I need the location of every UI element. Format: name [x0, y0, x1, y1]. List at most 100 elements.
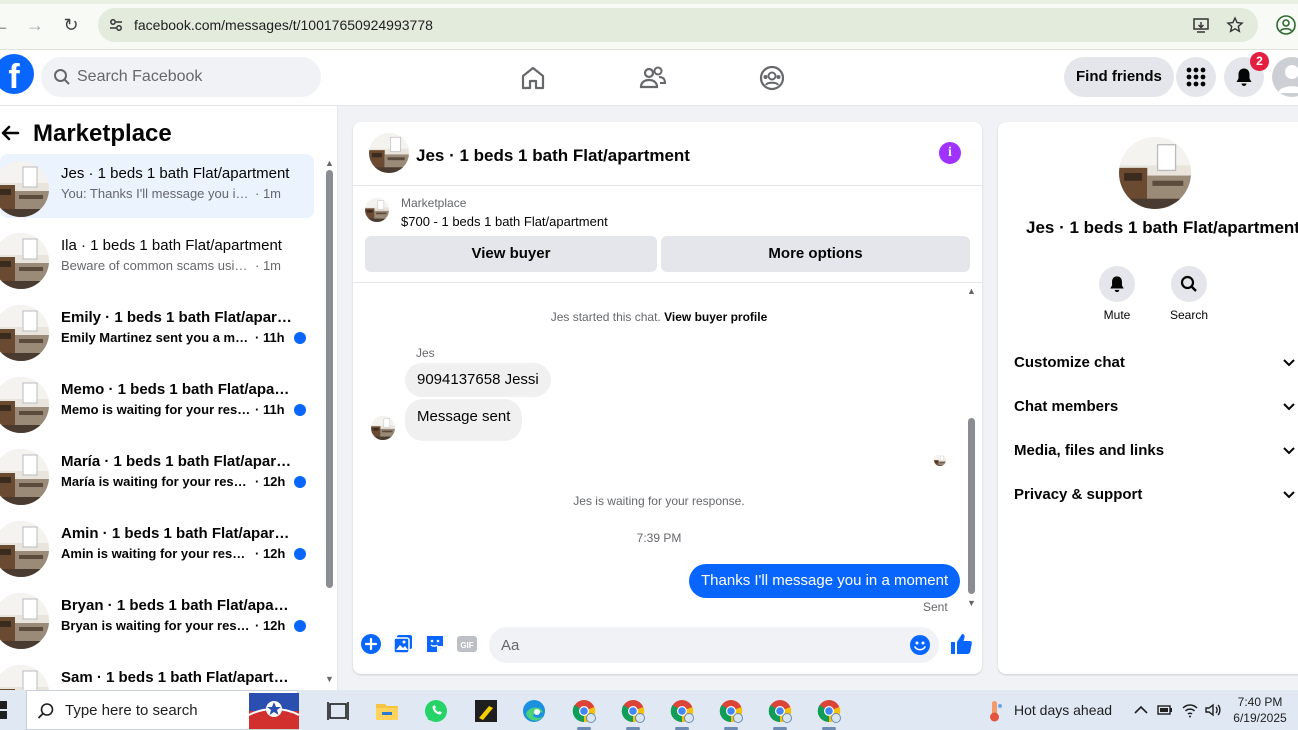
- scroll-up-arrow-icon[interactable]: ▲: [325, 158, 334, 168]
- sender-name: Jes: [416, 346, 435, 360]
- back-arrow-icon[interactable]: [0, 122, 22, 144]
- chrome-icon[interactable]: [718, 698, 744, 724]
- mute-button[interactable]: Mute: [1087, 266, 1147, 326]
- find-friends-button[interactable]: Find friends: [1064, 57, 1174, 97]
- conversation-item[interactable]: Emily · 1 beds 1 bath Flat/apartment Emil…: [0, 298, 314, 362]
- chat-started-text: Jes started this chat.: [550, 310, 661, 324]
- sidebar-scrollbar[interactable]: ▲ ▼: [325, 158, 334, 688]
- view-buyer-profile-link[interactable]: View buyer profile: [664, 310, 767, 324]
- conversation-preview: Amin is waiting for your response: [61, 546, 251, 561]
- windows-start-icon[interactable]: [0, 700, 8, 720]
- reload-icon[interactable]: ↻: [60, 14, 82, 36]
- emoji-icon[interactable]: [909, 634, 931, 656]
- conversation-name: Emily · 1 beds 1 bath Flat/apartment: [61, 309, 293, 326]
- weather-text[interactable]: Hot days ahead: [1014, 702, 1112, 718]
- site-settings-icon[interactable]: [108, 17, 124, 33]
- conversation-item[interactable]: Memo · 1 beds 1 bath Flat/apartment Memo …: [0, 370, 314, 434]
- photo-icon[interactable]: [392, 633, 414, 655]
- bell-icon: [1236, 68, 1252, 86]
- address-bar[interactable]: facebook.com/messages/t/1001765092499377…: [98, 8, 1258, 42]
- scrollbar-thumb[interactable]: [968, 418, 975, 594]
- outgoing-message[interactable]: Thanks I'll message you in a moment: [689, 564, 961, 598]
- message-input-wrapper[interactable]: [489, 627, 939, 663]
- conversation-item[interactable]: Jes · 1 beds 1 bath Flat/apartment You: T…: [0, 154, 314, 218]
- conversation-item[interactable]: Bryan · 1 beds 1 bath Flat/apartment Brya…: [0, 586, 314, 650]
- task-view-icon[interactable]: [325, 698, 351, 724]
- facebook-search[interactable]: [41, 57, 321, 97]
- scrollbar-thumb[interactable]: [326, 170, 333, 588]
- taskbar-search[interactable]: Type here to search: [26, 690, 299, 730]
- chrome-icon[interactable]: [669, 698, 695, 724]
- juneteenth-flag-icon: [249, 693, 299, 729]
- section-label: Chat members: [1014, 398, 1119, 415]
- privacy-support-row[interactable]: Privacy & support: [1014, 480, 1298, 510]
- listing-title[interactable]: $700 - 1 beds 1 bath Flat/apartment: [401, 214, 608, 229]
- sender-avatar[interactable]: [371, 416, 395, 440]
- conversation-item[interactable]: Ila · 1 beds 1 bath Flat/apartment Beware…: [0, 226, 314, 290]
- conversation-item[interactable]: Sam · 1 beds 1 bath Flat/apartmentSam is…: [0, 658, 314, 690]
- conversation-item[interactable]: María · 1 beds 1 bath Flat/apartment Marí…: [0, 442, 314, 506]
- info-icon[interactable]: i: [939, 142, 961, 164]
- weather-thermometer-icon[interactable]: [982, 698, 1008, 724]
- mute-circle[interactable]: [1099, 266, 1135, 302]
- section-label: Privacy & support: [1014, 486, 1143, 503]
- chat-scrollbar[interactable]: ▲ ▼: [967, 286, 977, 612]
- back-arrow-icon[interactable]: ←: [0, 14, 12, 36]
- sticker-icon[interactable]: [424, 633, 446, 655]
- chrome-icon[interactable]: [620, 698, 646, 724]
- groups-icon[interactable]: [758, 64, 786, 92]
- incoming-message[interactable]: Message sent: [405, 399, 523, 441]
- search-circle[interactable]: [1171, 266, 1207, 302]
- url-text[interactable]: facebook.com/messages/t/1001765092499377…: [134, 17, 433, 33]
- wifi-icon[interactable]: [1181, 701, 1199, 719]
- message-input[interactable]: [501, 627, 901, 663]
- scroll-down-arrow-icon[interactable]: ▼: [967, 598, 976, 608]
- conversation-time: · 12h: [255, 546, 286, 561]
- facebook-logo[interactable]: f: [0, 54, 34, 94]
- chrome-icon[interactable]: [767, 698, 793, 724]
- chat-avatar[interactable]: [369, 133, 409, 173]
- battery-icon[interactable]: [1156, 701, 1174, 719]
- unread-dot: [294, 332, 306, 344]
- home-icon[interactable]: [519, 64, 547, 92]
- edge-browser-icon[interactable]: [521, 698, 547, 724]
- chevron-up-icon[interactable]: [1132, 701, 1150, 719]
- friends-icon[interactable]: [639, 64, 667, 92]
- view-buyer-button[interactable]: View buyer: [365, 236, 657, 272]
- chrome-icon[interactable]: [571, 698, 597, 724]
- apartment-photo: [369, 133, 409, 173]
- plus-icon[interactable]: [360, 633, 382, 655]
- incoming-message[interactable]: 9094137658 Jessi: [405, 363, 551, 397]
- more-options-button[interactable]: More options: [661, 236, 970, 272]
- chrome-icon[interactable]: [816, 698, 842, 724]
- system-clock[interactable]: 7:40 PM 6/19/2025: [1228, 694, 1292, 726]
- conversation-preview: Memo is waiting for your response: [61, 402, 251, 417]
- media-files-links-row[interactable]: Media, files and links: [1014, 436, 1298, 466]
- marketplace-label: Marketplace: [401, 196, 467, 210]
- browser-profile-icon[interactable]: [1276, 15, 1296, 35]
- menu-button[interactable]: [1176, 57, 1216, 97]
- listing-thumbnail[interactable]: [365, 198, 389, 222]
- taskbar-search-placeholder[interactable]: Type here to search: [65, 702, 198, 719]
- thumbs-up-icon[interactable]: [949, 632, 973, 656]
- customize-chat-row[interactable]: Customize chat: [1014, 348, 1298, 378]
- volume-icon[interactable]: [1204, 701, 1222, 719]
- chat-title[interactable]: Jes · 1 beds 1 bath Flat/apartment: [416, 146, 690, 166]
- forward-arrow-icon[interactable]: →: [24, 14, 46, 36]
- gif-icon[interactable]: GIF: [456, 633, 478, 655]
- contact-avatar[interactable]: [1119, 137, 1191, 209]
- bookmark-star-icon[interactable]: [1226, 16, 1244, 34]
- account-avatar[interactable]: [1272, 57, 1298, 97]
- scroll-down-arrow-icon[interactable]: ▼: [325, 674, 334, 684]
- search-input[interactable]: [77, 57, 307, 97]
- file-explorer-icon[interactable]: [374, 698, 400, 724]
- install-app-icon[interactable]: [1192, 16, 1210, 34]
- sticky-notes-icon[interactable]: [473, 698, 499, 724]
- chat-members-row[interactable]: Chat members: [1014, 392, 1298, 422]
- apartment-photo: [365, 198, 389, 222]
- scroll-up-arrow-icon[interactable]: ▲: [967, 286, 976, 296]
- whatsapp-icon[interactable]: [423, 698, 449, 724]
- section-label: Media, files and links: [1014, 442, 1165, 459]
- conversation-item[interactable]: Amin · 1 beds 1 bath Flat/apartment Amin …: [0, 514, 314, 578]
- search-conversation-button[interactable]: Search: [1159, 266, 1219, 326]
